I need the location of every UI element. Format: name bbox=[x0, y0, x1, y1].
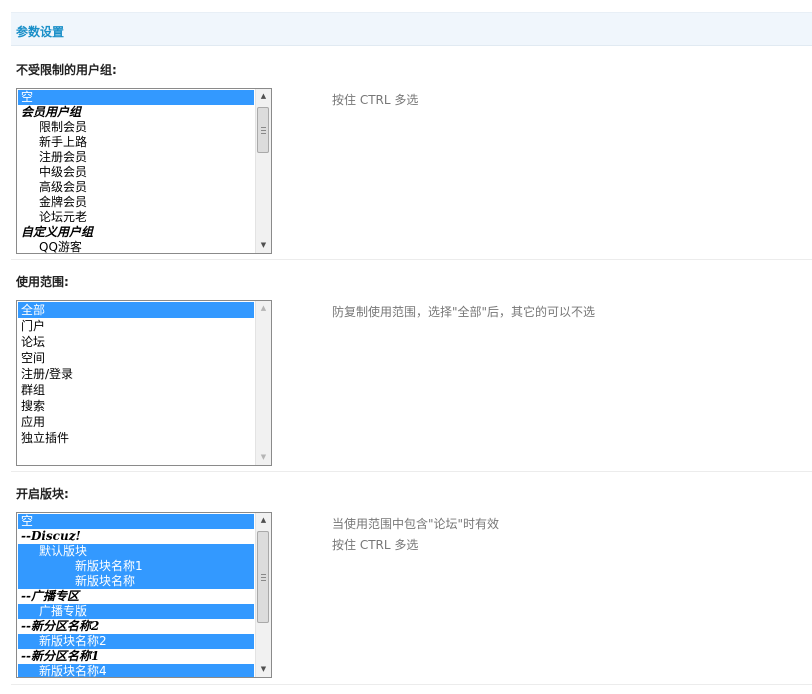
list-option[interactable]: 空 bbox=[18, 90, 254, 105]
forums-options: 空 --Discuz! 默认版块 新版块名称1 新版块名称 --广播专区 广播专版 --新分区… bbox=[18, 514, 254, 677]
list-option[interactable]: 广播专版 bbox=[18, 604, 254, 619]
list-option[interactable]: 新版块名称1 bbox=[18, 559, 254, 574]
divider bbox=[11, 471, 812, 472]
user-groups-options: 空会员用户组 限制会员 新手上路 注册会员 中级会员 高级会员 金牌会员 论坛元老 自定义用户组… bbox=[18, 90, 254, 253]
user-groups-select[interactable]: 空会员用户组 限制会员 新手上路 注册会员 中级会员 高级会员 金牌会员 论坛元老 自定义用户组… bbox=[16, 88, 272, 254]
user-groups-label: 不受限制的用户组: bbox=[16, 63, 117, 77]
option-group-label: 自定义用户组 bbox=[21, 225, 94, 239]
list-option[interactable]: 群组 bbox=[18, 382, 254, 398]
scroll-up-icon[interactable]: ▲ bbox=[256, 513, 271, 528]
scope-select[interactable]: 全部 门户 论坛 空间 注册/登录 群组 搜索 应用 独立插件 ▲ ▼ bbox=[16, 300, 272, 466]
list-option[interactable]: 中级会员 bbox=[18, 165, 254, 180]
list-option[interactable]: 应用 bbox=[18, 414, 254, 430]
list-option[interactable]: QQ游客 bbox=[18, 240, 254, 253]
option-group-label: --新分区名称1 bbox=[21, 649, 100, 663]
list-option[interactable]: 新版块名称4 bbox=[18, 664, 254, 677]
scope-tip: 防复制使用范围，选择"全部"后，其它的可以不选 bbox=[332, 305, 596, 319]
list-option[interactable]: 限制会员 bbox=[18, 120, 254, 135]
option-group-label: --新分区名称2 bbox=[21, 619, 100, 633]
option-group-label: --Discuz! bbox=[21, 529, 81, 543]
scroll-thumb[interactable] bbox=[257, 531, 269, 623]
list-option[interactable]: 新版块名称2 bbox=[18, 634, 254, 649]
scroll-down-icon[interactable]: ▼ bbox=[256, 450, 271, 465]
scope-options: 全部 门户 论坛 空间 注册/登录 群组 搜索 应用 独立插件 bbox=[18, 302, 254, 446]
section-header: 参数设置 bbox=[11, 12, 812, 46]
list-option[interactable]: 新手上路 bbox=[18, 135, 254, 150]
scroll-up-icon[interactable]: ▲ bbox=[256, 89, 271, 104]
user-groups-scrollbar[interactable]: ▲ ▼ bbox=[255, 89, 271, 253]
scroll-thumb[interactable] bbox=[257, 107, 269, 153]
scroll-up-icon[interactable]: ▲ bbox=[256, 301, 271, 316]
forums-scrollbar[interactable]: ▲ ▼ bbox=[255, 513, 271, 677]
forums-label: 开启版块: bbox=[16, 487, 69, 501]
list-option[interactable]: 金牌会员 bbox=[18, 195, 254, 210]
option-group-label: 会员用户组 bbox=[21, 105, 82, 119]
option-group-label: --广播专区 bbox=[21, 589, 79, 603]
scope-label: 使用范围: bbox=[16, 275, 69, 289]
section-title: 参数设置 bbox=[16, 25, 65, 39]
divider bbox=[11, 684, 812, 685]
forums-select[interactable]: 空 --Discuz! 默认版块 新版块名称1 新版块名称 --广播专区 广播专版 --新分区… bbox=[16, 512, 272, 678]
divider bbox=[11, 259, 812, 260]
list-option[interactable]: 独立插件 bbox=[18, 430, 254, 446]
list-option[interactable]: 门户 bbox=[18, 318, 254, 334]
scroll-down-icon[interactable]: ▼ bbox=[256, 238, 271, 253]
forums-tip-1: 当使用范围中包含"论坛"时有效 bbox=[332, 517, 500, 531]
forums-tip-2: 按住 CTRL 多选 bbox=[332, 538, 419, 552]
user-groups-tip: 按住 CTRL 多选 bbox=[332, 93, 419, 107]
list-option[interactable]: 注册会员 bbox=[18, 150, 254, 165]
list-option[interactable]: 论坛 bbox=[18, 334, 254, 350]
list-option[interactable]: 注册/登录 bbox=[18, 366, 254, 382]
scroll-down-icon[interactable]: ▼ bbox=[256, 662, 271, 677]
list-option[interactable]: 高级会员 bbox=[18, 180, 254, 195]
list-option[interactable]: 新版块名称 bbox=[18, 574, 254, 589]
list-option[interactable]: 论坛元老 bbox=[18, 210, 254, 225]
scope-scrollbar[interactable]: ▲ ▼ bbox=[255, 301, 271, 465]
list-option[interactable]: 默认版块 bbox=[18, 544, 254, 559]
list-option[interactable]: 空间 bbox=[18, 350, 254, 366]
list-option[interactable]: 全部 bbox=[18, 302, 254, 318]
list-option[interactable]: 空 bbox=[18, 514, 254, 529]
list-option[interactable]: 搜索 bbox=[18, 398, 254, 414]
